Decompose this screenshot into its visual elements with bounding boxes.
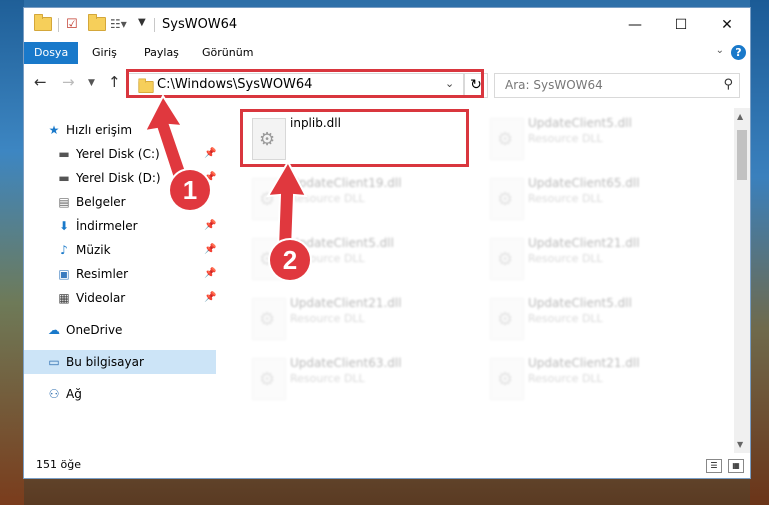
annotation-arrows — [143, 93, 308, 249]
callout-badge-2: 2 — [270, 240, 310, 280]
callout-badge-1: 1 — [170, 170, 210, 210]
